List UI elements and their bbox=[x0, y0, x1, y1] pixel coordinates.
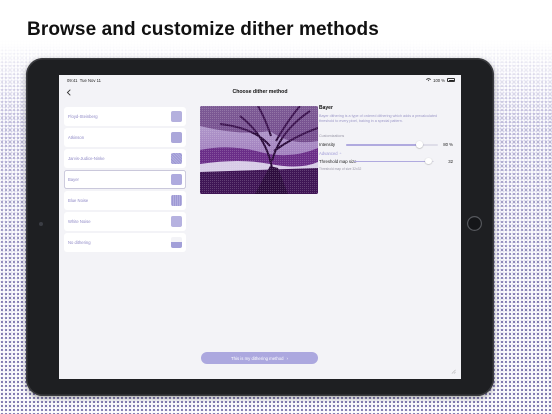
dither-method-list: Floyd-Steinberg Atkinson Jarvis-Judice-N… bbox=[64, 107, 186, 254]
list-item-label: Bayer bbox=[68, 177, 79, 182]
method-description: Bayer dithering is a type of ordered dit… bbox=[319, 114, 438, 123]
intensity-slider-knob[interactable] bbox=[416, 141, 423, 148]
threshold-slider-knob[interactable] bbox=[425, 157, 432, 165]
dither-preview-thumbnail bbox=[171, 111, 182, 122]
camera-icon bbox=[39, 222, 43, 226]
select-method-label: This is my dithering method bbox=[230, 355, 284, 361]
dither-preview-thumbnail bbox=[171, 132, 182, 143]
list-item-label: Floyd-Steinberg bbox=[68, 114, 98, 119]
list-item-jarvis-judice-ninke[interactable]: Jarvis-Judice-Ninke bbox=[64, 149, 186, 168]
list-item-no-dithering[interactable]: No dithering bbox=[64, 233, 186, 252]
dither-preview-thumbnail bbox=[171, 216, 182, 227]
list-item-label: Blue Noise bbox=[68, 198, 89, 203]
select-method-button[interactable]: This is my dithering method › bbox=[201, 352, 318, 364]
threshold-label: Threshold map size bbox=[319, 158, 357, 164]
tree-landscape-image bbox=[200, 106, 318, 194]
list-item-label: White Noise bbox=[68, 219, 91, 224]
list-item-white-noise[interactable]: White Noise bbox=[64, 212, 186, 231]
chevron-up-icon: ^ bbox=[339, 152, 342, 156]
dither-preview-thumbnail bbox=[171, 174, 182, 185]
intensity-label: Intensity bbox=[319, 142, 336, 147]
wifi-icon bbox=[426, 78, 432, 82]
battery-percent: 100 % bbox=[433, 77, 445, 83]
status-indicators: 100 % bbox=[426, 78, 455, 83]
app-screen: 09:41 Tue Nov 11 100 % Choose dither met… bbox=[59, 75, 461, 379]
status-time: 09:41 Tue Nov 11 bbox=[67, 78, 101, 83]
list-item-label: Jarvis-Judice-Ninke bbox=[68, 156, 105, 161]
threshold-slider[interactable] bbox=[354, 157, 434, 165]
page-title: Choose dither method bbox=[232, 89, 288, 95]
threshold-value: 32 bbox=[448, 158, 453, 164]
list-item-blue-noise[interactable]: Blue Noise bbox=[64, 191, 186, 210]
method-title: Bayer bbox=[319, 105, 333, 111]
list-item-label: No dithering bbox=[68, 240, 91, 245]
customizations-label: Customizations bbox=[319, 134, 345, 138]
threshold-slider-fill bbox=[354, 160, 429, 162]
list-item-label: Atkinson bbox=[68, 135, 85, 140]
dither-preview-thumbnail bbox=[171, 195, 182, 206]
threshold-hint: Threshold map of size 32x32 bbox=[319, 167, 362, 171]
headline: Browse and customize dither methods bbox=[27, 19, 379, 40]
advanced-label: Advanced bbox=[319, 151, 338, 156]
home-button[interactable] bbox=[467, 216, 482, 231]
ipad-frame: 09:41 Tue Nov 11 100 % Choose dither met… bbox=[26, 58, 494, 396]
intensity-value: 80 % bbox=[443, 142, 453, 147]
battery-icon bbox=[447, 78, 455, 82]
chevron-right-icon: › bbox=[286, 355, 289, 361]
intensity-slider[interactable] bbox=[346, 141, 438, 148]
status-bar: 09:41 Tue Nov 11 100 % bbox=[59, 75, 461, 85]
intensity-slider-fill bbox=[346, 144, 420, 146]
list-item-floyd-steinberg[interactable]: Floyd-Steinberg bbox=[64, 107, 186, 126]
advanced-toggle[interactable]: Advanced ^ bbox=[319, 151, 341, 156]
list-item-atkinson[interactable]: Atkinson bbox=[64, 128, 186, 147]
resize-handle-icon[interactable] bbox=[451, 369, 456, 374]
dithered-photo-preview bbox=[200, 106, 318, 194]
dither-preview-thumbnail bbox=[171, 237, 182, 248]
list-item-bayer[interactable]: Bayer bbox=[64, 170, 186, 189]
dither-preview-thumbnail bbox=[171, 153, 182, 164]
